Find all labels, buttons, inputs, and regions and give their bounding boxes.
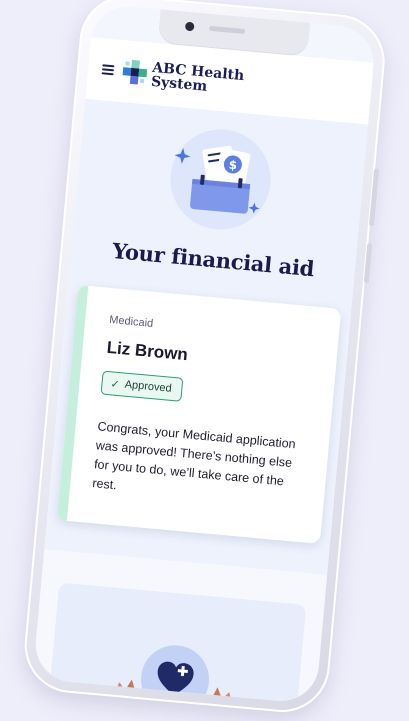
phone-screen: ABC Health System $ Your financial aid M…	[32, 3, 377, 705]
stage: ABC Health System $ Your financial aid M…	[0, 0, 409, 721]
secondary-card	[48, 582, 307, 705]
documents-folder-dollar-icon: $	[174, 145, 260, 214]
phone-side-button	[363, 243, 373, 284]
heart-plus-icon	[157, 661, 194, 696]
phone-frame: ABC Health System $ Your financial aid M…	[20, 0, 389, 717]
check-icon: ✓	[109, 377, 121, 391]
phone-side-button	[368, 168, 380, 227]
aid-program-label: Medicaid	[108, 313, 154, 330]
applicant-name: Liz Brown	[105, 337, 189, 365]
brand-name[interactable]: ABC Health System	[150, 60, 244, 97]
hero-illustration: $	[166, 125, 275, 234]
status-badge: ✓ Approved	[100, 370, 184, 402]
secondary-section	[32, 548, 328, 705]
main-content: $ Your financial aid Medicaid Liz Brown …	[32, 98, 369, 705]
hamburger-menu-icon[interactable]	[101, 64, 115, 76]
health-cross-logo-icon[interactable]	[121, 58, 149, 86]
page-title: Your financial aid	[111, 237, 316, 282]
camera-icon	[184, 21, 195, 32]
svg-text:$: $	[228, 158, 238, 173]
approval-message: Congrats, your Medicaid application was …	[91, 419, 297, 493]
financial-aid-card[interactable]: Medicaid Liz Brown ✓ Approved Congrats, …	[56, 284, 342, 544]
heart-badge	[138, 642, 212, 705]
status-badge-label: Approved	[124, 378, 173, 395]
card-accent-bar	[56, 284, 89, 521]
speaker-grille	[208, 25, 246, 35]
